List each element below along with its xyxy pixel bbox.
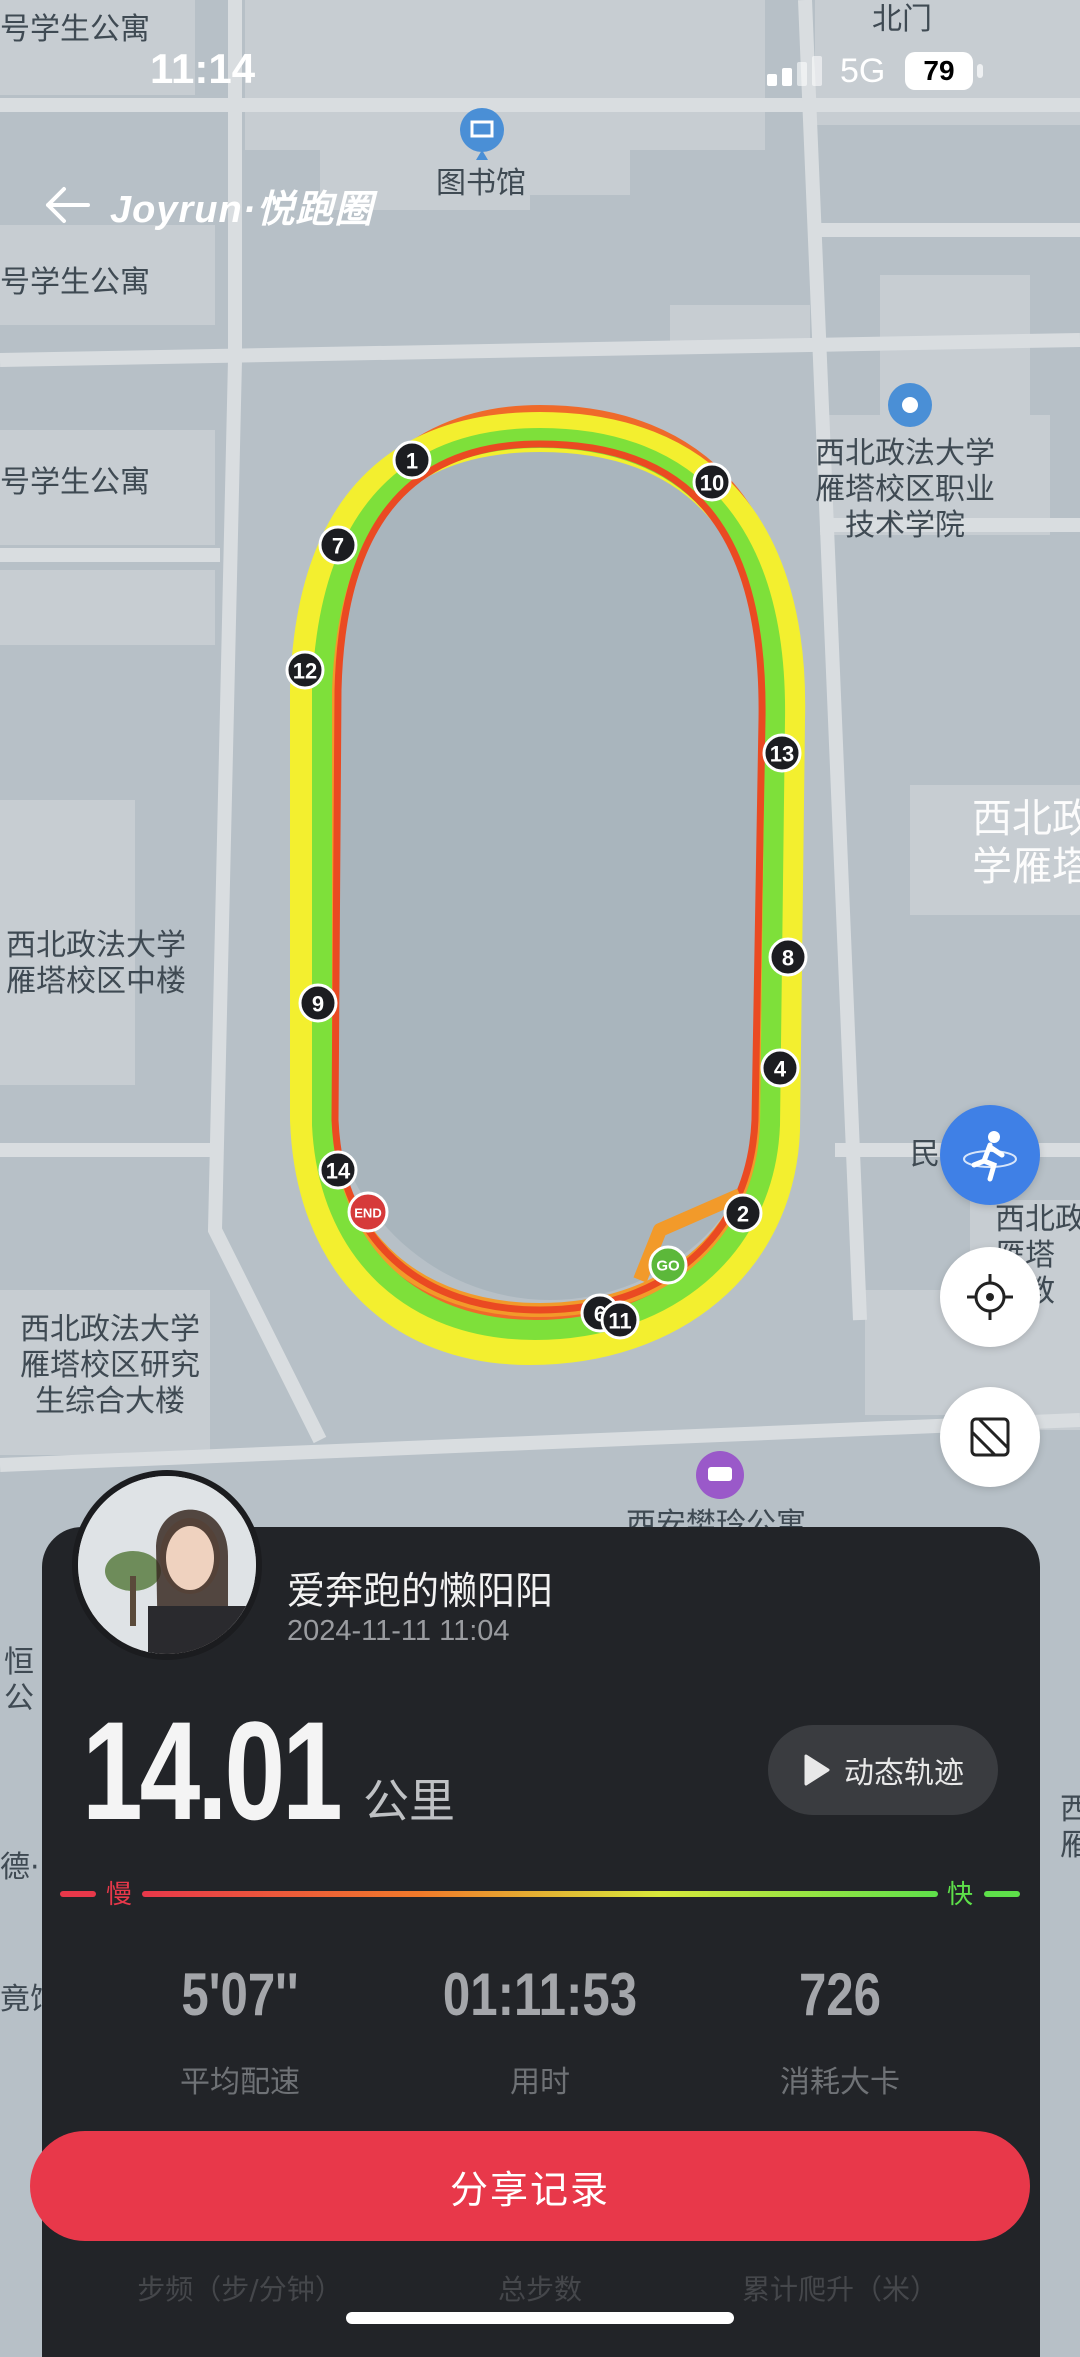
back-button[interactable] [36, 175, 96, 235]
pace-legend [60, 1891, 1020, 1897]
svg-text:11: 11 [608, 1309, 631, 1334]
map-label-xi: 西 雁 [1060, 1792, 1080, 1863]
km-marker-2: 2 [723, 1193, 763, 1233]
calories-label: 消耗大卡 [780, 2065, 900, 2100]
svg-text:10: 10 [700, 471, 724, 496]
brand-logo: Joyrun·悦跑圈 [110, 188, 374, 231]
svg-text:8: 8 [782, 946, 794, 971]
svg-text:1: 1 [406, 449, 418, 474]
km-marker-12: 12 [285, 650, 325, 690]
map-style-button[interactable] [940, 1387, 1040, 1487]
duration-label: 用时 [510, 2065, 570, 2100]
share-record-button[interactable]: 分享记录 [30, 2131, 1030, 2241]
km-marker-11: 11 [600, 1300, 640, 1340]
steps-label: 总步数 [497, 2273, 582, 2306]
km-marker-9: 9 [298, 983, 338, 1023]
map-label-campus: 西北政 学雁塔 [972, 796, 1080, 890]
runner-icon [963, 1131, 1017, 1182]
network-type: 5G [840, 52, 886, 90]
svg-text:9: 9 [312, 992, 324, 1017]
map-label-vocational-college: 西北政法大学 雁塔校区职业 技术学院 [815, 436, 995, 543]
back-arrow-icon [46, 187, 90, 223]
run-datetime: 2024-11-11 11:04 [287, 1615, 510, 1647]
avatar-photo [78, 1476, 256, 1654]
share-record-label: 分享记录 [449, 2167, 610, 2212]
map-label-de: 德· [0, 1850, 40, 1885]
elevation-label: 累计爬升（米） [741, 2273, 938, 2306]
km-marker-8: 8 [768, 937, 808, 977]
map-label-graduate-building: 西北政法大学 雁塔校区研究 生综合大楼 [20, 1312, 200, 1419]
avg-pace-label: 平均配速 [180, 2065, 300, 2100]
km-marker-13: 13 [762, 733, 802, 773]
avatar[interactable] [72, 1470, 262, 1660]
svg-text:14: 14 [326, 1159, 351, 1184]
replay-label: 动态轨迹 [844, 1756, 964, 1791]
duration-value: 01:11:53 [442, 1961, 638, 2028]
map-label-heng: 恒 公 [4, 1645, 34, 1716]
cadence-label: 步频（步/分钟） [137, 2273, 343, 2306]
end-marker: END [347, 1191, 389, 1233]
status-bar: 11:14 5G 79 [0, 0, 1080, 120]
svg-text:GO: GO [656, 1258, 680, 1275]
map-label-min: 民 [910, 1137, 940, 1172]
status-time: 11:14 [150, 45, 256, 92]
km-marker-10: 10 [692, 462, 732, 502]
svg-text:4: 4 [774, 1057, 787, 1082]
map-layer-icon [970, 1417, 1010, 1457]
top-bar: Joyrun·悦跑圈 [36, 170, 373, 240]
signal-icon [767, 56, 822, 86]
user-name: 爱奔跑的懒阳阳 [287, 1569, 554, 1613]
km-marker-14: 14 [318, 1150, 358, 1190]
play-icon [804, 1754, 830, 1786]
km-marker-7: 7 [318, 525, 358, 565]
svg-text:12: 12 [293, 659, 317, 684]
crosshair-icon [967, 1274, 1013, 1320]
km-marker-1: 1 [392, 440, 432, 480]
map-label-dorm-3: 号学生公寓 [0, 465, 150, 500]
pace-slow-label: 慢 [106, 1880, 133, 1910]
svg-text:7: 7 [332, 534, 344, 559]
map-label-library: 图书馆 [436, 166, 526, 201]
running-mode-button[interactable] [940, 1105, 1040, 1205]
distance-value: 14.01 [82, 1692, 343, 1849]
avg-pace-value: 5'07'' [181, 1961, 299, 2028]
km-marker-4: 4 [760, 1048, 800, 1088]
locate-button[interactable] [940, 1247, 1040, 1347]
svg-text:END: END [354, 1206, 381, 1221]
distance-unit: 公里 [363, 1774, 455, 1828]
home-indicator[interactable] [346, 2312, 734, 2324]
map-label-dorm-2: 号学生公寓 [0, 265, 150, 300]
battery-icon: 79 [905, 52, 983, 90]
map-label-middle-building: 西北政法大学 雁塔校区中楼 [6, 928, 186, 999]
svg-text:2: 2 [737, 1202, 749, 1227]
pace-fast-label: 快 [947, 1880, 974, 1910]
replay-track-button[interactable]: 动态轨迹 [768, 1725, 998, 1815]
start-marker: GO [648, 1245, 688, 1285]
svg-text:13: 13 [770, 742, 794, 767]
calories-value: 726 [798, 1961, 882, 2028]
